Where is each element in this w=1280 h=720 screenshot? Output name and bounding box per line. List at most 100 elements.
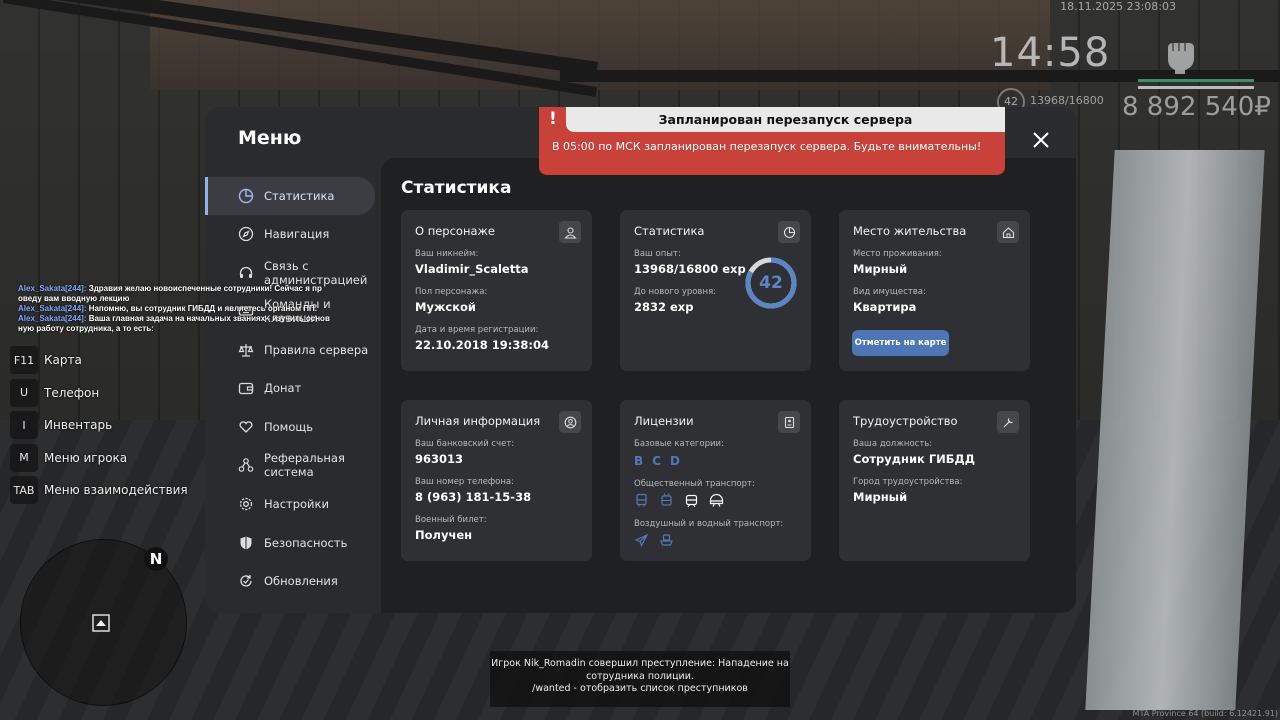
nav-item-donate[interactable]: Донат — [205, 369, 375, 407]
license-categories: B C D — [634, 454, 797, 468]
hotkey-label: Карта — [44, 353, 82, 368]
nav-item-help[interactable]: Помощь — [205, 408, 375, 446]
compass-north-icon: N — [144, 547, 168, 571]
nav-label: Навигация — [264, 227, 330, 241]
phone-number-value: 8 (963) 181-15-38 — [415, 490, 532, 504]
field-label: Военный билет: — [415, 515, 487, 525]
hotkey-interaction-menu[interactable]: TAB Меню взаимодействия — [10, 474, 188, 507]
card-title: Статистика — [634, 224, 705, 238]
chat-nick: Alex_Sakata[244]: — [18, 304, 87, 313]
field-label: Вид имущества: — [853, 287, 926, 297]
id-card-icon — [778, 411, 800, 433]
bank-account-value: 963013 — [415, 452, 464, 466]
nav-item-statistics[interactable]: Статистика — [205, 177, 375, 215]
mark-on-map-button[interactable]: Отметить на карте — [852, 330, 949, 356]
metro-icon — [709, 493, 724, 507]
card-title: О персонаже — [415, 224, 495, 238]
field-label: Ваш никнейм: — [415, 249, 479, 259]
health-bar — [1138, 79, 1254, 82]
content-title: Статистика — [401, 178, 512, 198]
gear-icon — [239, 497, 253, 511]
card-stats: Статистика Ваш опыт: 13968/16800 exp До … — [620, 210, 811, 371]
card-employment: Трудоустройство Ваша должность: Сотрудни… — [839, 400, 1030, 561]
armor-bar — [1138, 86, 1254, 89]
nav-label: Помощь — [264, 420, 314, 434]
job-position-value: Сотрудник ГИБДД — [853, 452, 976, 466]
level-number: 42 — [759, 273, 783, 293]
chat-line: Alex_Sakata[244]: Напомню, вы сотрудник … — [18, 304, 338, 314]
hotkey-key: F11 — [10, 346, 38, 375]
bus-icon — [636, 493, 647, 507]
refresh-icon — [240, 575, 252, 587]
field-label: Ваша должность: — [853, 439, 933, 449]
hotkey-key: TAB — [10, 476, 38, 505]
boat-icon — [660, 534, 673, 546]
card-title: Трудоустройство — [853, 414, 958, 428]
hotkey-key: U — [10, 378, 38, 407]
license-category: B — [634, 454, 644, 468]
hud-exp: 13968/16800 — [1030, 94, 1104, 107]
fist-icon — [1168, 43, 1194, 74]
nav-label: Реферальная система — [264, 451, 345, 479]
plane-icon — [634, 533, 649, 547]
wallet-icon — [238, 382, 254, 395]
nav-label: Связь с администрацией — [264, 259, 368, 287]
heart-hand-icon — [239, 421, 253, 433]
shield-icon — [240, 536, 252, 550]
gender-value: Мужской — [415, 300, 476, 314]
menu-modal: Меню Статистика Навигация Связь с админи… — [205, 107, 1076, 613]
card-title: Лицензии — [634, 414, 694, 428]
card-licenses: Лицензии Базовые категории: B C D Общест… — [620, 400, 811, 561]
menu-title: Меню — [238, 127, 302, 149]
air-water-transport-icons — [634, 533, 797, 548]
nav-item-security[interactable]: Безопасность — [205, 524, 375, 562]
notice-line: Игрок Nik_Romadin совершил преступление:… — [491, 658, 789, 682]
card-personal-info: Личная информация Ваш банковский счет: 9… — [401, 400, 592, 561]
nav-item-updates[interactable]: Обновления — [205, 562, 375, 600]
nav-label: Настройки — [264, 497, 329, 511]
field-label: Воздушный и водный транспорт: — [634, 519, 784, 529]
hotkey-label: Телефон — [44, 385, 100, 400]
nav-item-navigation[interactable]: Навигация — [205, 215, 375, 253]
alert-title: Запланирован перезапуск сервера — [566, 107, 1005, 132]
hotkey-map[interactable]: F11 Карта — [10, 344, 188, 377]
notice-line: /wanted - отобразить список преступников — [532, 683, 748, 694]
hud-datetime: 18.11.2025 23:08:03 — [1060, 0, 1176, 13]
nav-item-referral[interactable]: Реферальная система — [205, 446, 375, 484]
field-label: Пол персонажа: — [415, 287, 488, 297]
chat-nick: Alex_Sakata[244]: — [18, 314, 87, 323]
field-label: Базовые категории: — [634, 439, 724, 449]
job-city-value: Мирный — [853, 490, 908, 504]
close-icon[interactable] — [1028, 127, 1054, 153]
hud-clock: 14:58 — [990, 30, 1111, 76]
field-label: Дата и время регистрации: — [415, 325, 539, 335]
tram-icon — [685, 494, 698, 508]
hotkey-label: Меню игрока — [44, 450, 128, 465]
license-category: C — [652, 454, 661, 468]
user-circle-icon — [559, 411, 581, 433]
field-label: Ваш банковский счет: — [415, 439, 515, 449]
hotkey-player-menu[interactable]: M Меню игрока — [10, 442, 188, 475]
nav-item-rules[interactable]: Правила сервера — [205, 331, 375, 369]
nav-item-settings[interactable]: Настройки — [205, 485, 375, 523]
military-id-value: Получен — [415, 528, 473, 542]
alert-message: В 05:00 по МСК запланирован перезапуск с… — [552, 140, 982, 153]
nav-label: Статистика — [264, 189, 335, 203]
network-icon — [238, 458, 254, 472]
alert-exclamation-icon: ! — [549, 109, 557, 129]
hotkey-phone[interactable]: U Телефон — [10, 377, 188, 410]
headset-icon — [239, 266, 253, 278]
trolleybus-icon — [661, 493, 672, 506]
card-character: О персонаже Ваш никнейм: Vladimir_Scalet… — [401, 210, 592, 371]
user-icon — [559, 221, 581, 243]
stats-content: Статистика О персонаже Ваш никнейм: Vlad… — [381, 158, 1076, 613]
hotkey-inventory[interactable]: I Инвентарь — [10, 409, 188, 442]
hud-money: 8 892 540₽ — [1122, 92, 1271, 122]
chat-log: Alex_Sakata[244]: Здравия желаю новоиспе… — [18, 284, 338, 334]
build-info: MTA Province 64 (build: 6.12421.91) — [1132, 709, 1278, 718]
pie-chart-icon — [778, 221, 800, 243]
property-type-value: Квартира — [853, 300, 917, 314]
scales-icon — [238, 344, 254, 357]
world-pillar — [1085, 150, 1265, 710]
registration-value: 22.10.2018 19:38:04 — [415, 338, 549, 352]
